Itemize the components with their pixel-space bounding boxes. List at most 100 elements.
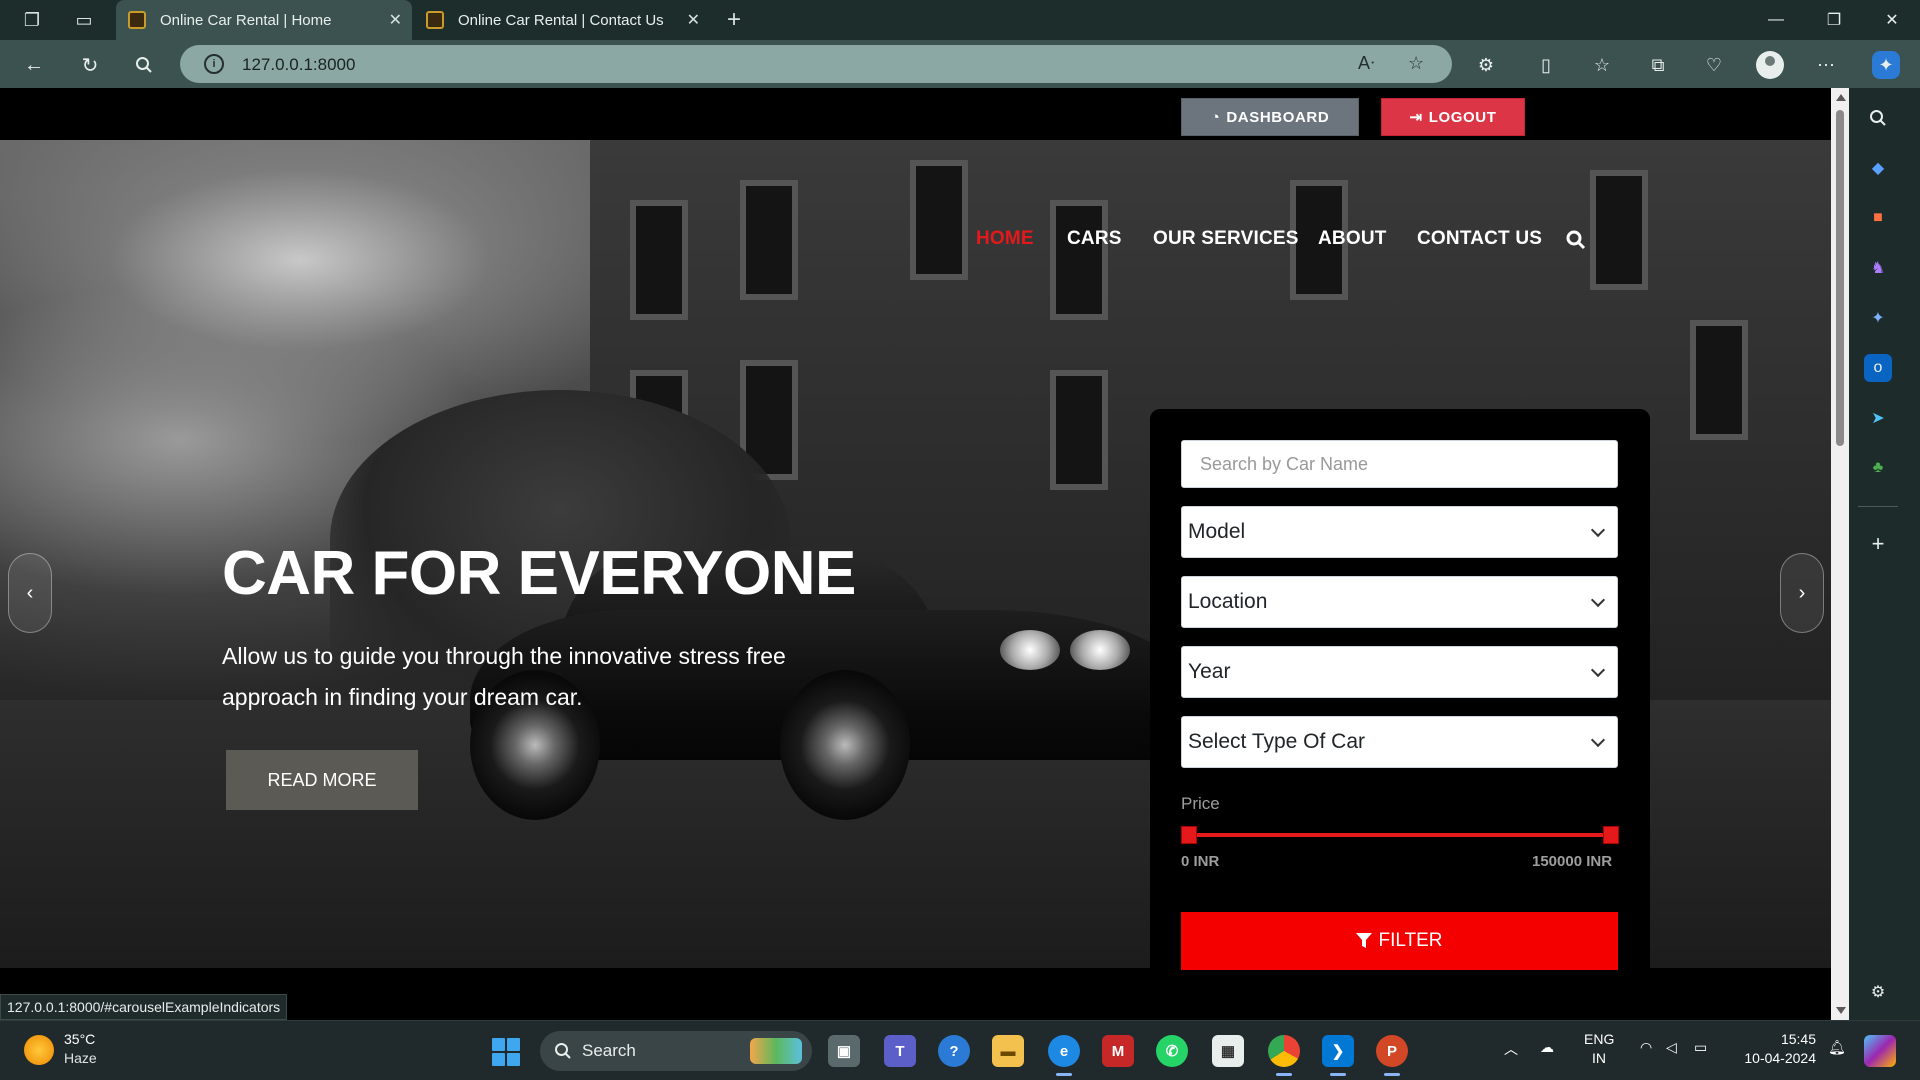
back-icon[interactable]: ← bbox=[18, 49, 50, 81]
dashboard-gauge-icon: ◔ bbox=[1210, 108, 1221, 126]
chrome-icon[interactable] bbox=[1268, 1035, 1300, 1067]
car-type-select[interactable]: Select Type Of Car bbox=[1181, 716, 1618, 768]
nav-contact-us[interactable]: CONTACT US bbox=[1417, 228, 1542, 258]
search-sidebar-icon[interactable] bbox=[1864, 104, 1892, 132]
split-screen-icon[interactable]: ▯ bbox=[1532, 51, 1560, 79]
model-select-value: Model bbox=[1188, 520, 1246, 543]
nav-cars[interactable]: CARS bbox=[1067, 228, 1122, 258]
edge-icon[interactable]: e bbox=[1048, 1035, 1080, 1067]
favorite-star-icon[interactable]: ☆ bbox=[1408, 53, 1424, 74]
shopping-icon[interactable]: ◆ bbox=[1864, 154, 1892, 182]
year-select-value: Year bbox=[1188, 660, 1231, 683]
vscode-icon[interactable]: ❯ bbox=[1322, 1035, 1354, 1067]
nav-home[interactable]: HOME bbox=[976, 228, 1034, 258]
tab-home[interactable]: Online Car Rental | Home ✕ bbox=[116, 0, 412, 40]
favorites-icon[interactable]: ☆ bbox=[1588, 51, 1616, 79]
price-min-value: 0 INR bbox=[1181, 853, 1220, 870]
search-page-icon[interactable] bbox=[128, 49, 160, 81]
page-scrollbar[interactable] bbox=[1831, 88, 1849, 1020]
more-menu-icon[interactable]: ⋯ bbox=[1812, 51, 1840, 79]
clock-time[interactable]: 15:45 bbox=[1760, 1031, 1816, 1047]
store-icon[interactable]: ▦ bbox=[1212, 1035, 1244, 1067]
add-sidebar-icon[interactable]: + bbox=[1864, 530, 1892, 558]
price-min-handle[interactable] bbox=[1181, 826, 1197, 844]
workspaces-icon[interactable]: ❐ bbox=[18, 6, 46, 34]
funnel-icon bbox=[1356, 933, 1373, 948]
sidebar-divider bbox=[1858, 506, 1898, 507]
carousel-next-button[interactable]: › bbox=[1780, 553, 1824, 633]
nav-search-icon[interactable] bbox=[1566, 230, 1586, 250]
scroll-down-icon[interactable] bbox=[1836, 1007, 1846, 1014]
language-top[interactable]: ENG bbox=[1584, 1031, 1614, 1047]
task-view-icon[interactable]: ▣ bbox=[828, 1035, 860, 1067]
copilot-icon[interactable]: ✦ bbox=[1872, 51, 1900, 79]
refresh-icon[interactable]: ↻ bbox=[74, 49, 106, 81]
site-favicon-icon bbox=[128, 11, 146, 29]
clock-date[interactable]: 10-04-2024 bbox=[1734, 1050, 1816, 1066]
chevron-down-icon bbox=[1590, 732, 1606, 748]
restore-icon[interactable]: ❐ bbox=[1806, 0, 1862, 40]
tools-icon[interactable]: ■ bbox=[1864, 204, 1892, 232]
onedrive-icon[interactable]: ☁ bbox=[1540, 1039, 1554, 1056]
volume-icon[interactable]: ◁ bbox=[1666, 1039, 1677, 1056]
send-icon[interactable]: ➤ bbox=[1864, 404, 1892, 432]
car-type-select-value: Select Type Of Car bbox=[1188, 730, 1366, 753]
notification-bell-icon[interactable]: 🔔︎ bbox=[1828, 1039, 1846, 1056]
location-select[interactable]: Location bbox=[1181, 576, 1618, 628]
wifi-icon[interactable]: ◠ bbox=[1640, 1039, 1652, 1056]
extensions-icon[interactable]: ⚙ bbox=[1472, 51, 1500, 79]
read-aloud-icon[interactable]: Aᐧ bbox=[1358, 53, 1375, 74]
whatsapp-icon[interactable]: ✆ bbox=[1156, 1035, 1188, 1067]
copilot-taskbar-icon[interactable] bbox=[1864, 1035, 1896, 1067]
copilot-sidebar-icon[interactable]: ✦ bbox=[1864, 304, 1892, 332]
start-button[interactable] bbox=[492, 1038, 520, 1066]
new-tab-icon[interactable]: + bbox=[720, 6, 748, 34]
price-range-slider[interactable] bbox=[1188, 833, 1612, 837]
collections-icon[interactable]: ⧉ bbox=[1644, 51, 1672, 79]
tab-actions-icon[interactable]: ▭ bbox=[70, 6, 98, 34]
tree-icon[interactable]: ♣ bbox=[1864, 454, 1892, 482]
battery-icon[interactable]: ▭ bbox=[1694, 1039, 1707, 1056]
close-tab-icon[interactable]: ✕ bbox=[389, 10, 402, 30]
close-window-icon[interactable]: ✕ bbox=[1864, 0, 1920, 40]
weather-sun-icon[interactable] bbox=[24, 1035, 54, 1065]
tab-title: Online Car Rental | Home bbox=[160, 11, 332, 29]
read-more-button[interactable]: READ MORE bbox=[226, 750, 418, 810]
site-info-icon[interactable]: i bbox=[204, 54, 224, 74]
year-select[interactable]: Year bbox=[1181, 646, 1618, 698]
tab-contact[interactable]: Online Car Rental | Contact Us ✕ bbox=[414, 0, 710, 40]
car-name-search-input[interactable]: Search by Car Name bbox=[1181, 440, 1618, 488]
browser-essentials-icon[interactable]: ♡ bbox=[1700, 51, 1728, 79]
scroll-up-icon[interactable] bbox=[1836, 94, 1846, 101]
status-bar-url: 127.0.0.1:8000/#carouselExampleIndicator… bbox=[0, 994, 288, 1020]
outlook-icon[interactable]: o bbox=[1864, 354, 1892, 382]
nav-about[interactable]: ABOUT bbox=[1318, 228, 1387, 258]
taskbar-search[interactable]: Search bbox=[540, 1031, 812, 1071]
dashboard-button[interactable]: ◔ DASHBOARD bbox=[1181, 98, 1359, 136]
language-bottom[interactable]: IN bbox=[1592, 1050, 1606, 1066]
minimize-icon[interactable]: — bbox=[1748, 0, 1804, 40]
games-icon[interactable]: ♞ bbox=[1864, 254, 1892, 282]
carousel-prev-button[interactable]: ‹ bbox=[8, 553, 52, 633]
url-input[interactable]: i 127.0.0.1:8000 Aᐧ ☆ bbox=[180, 45, 1452, 83]
profile-avatar[interactable] bbox=[1756, 51, 1784, 79]
close-tab-icon[interactable]: ✕ bbox=[687, 10, 700, 30]
address-bar-row: ← ↻ i 127.0.0.1:8000 Aᐧ ☆ ⚙ ▯ ☆ ⧉ ♡ ⋯ ✦ bbox=[0, 40, 1920, 88]
logout-button[interactable]: ⇥ LOGOUT bbox=[1381, 98, 1525, 136]
model-select[interactable]: Model bbox=[1181, 506, 1618, 558]
show-hidden-icons-icon[interactable]: ︿ bbox=[1504, 1039, 1518, 1059]
file-explorer-icon[interactable]: ▬ bbox=[992, 1035, 1024, 1067]
help-icon[interactable]: ? bbox=[938, 1035, 970, 1067]
sidebar-settings-icon[interactable]: ⚙ bbox=[1864, 978, 1892, 1006]
powerpoint-icon[interactable]: P bbox=[1376, 1035, 1408, 1067]
taskbar-search-label: Search bbox=[582, 1041, 636, 1060]
scrollbar-thumb[interactable] bbox=[1836, 110, 1844, 446]
mcafee-icon[interactable]: M bbox=[1102, 1035, 1134, 1067]
weather-temperature: 35°C bbox=[64, 1031, 96, 1047]
dashboard-label: DASHBOARD bbox=[1226, 108, 1330, 126]
filter-button[interactable]: FILTER bbox=[1181, 912, 1618, 970]
nav-our-services[interactable]: OUR SERVICES bbox=[1153, 228, 1299, 258]
teams-icon[interactable]: T bbox=[884, 1035, 916, 1067]
price-max-handle[interactable] bbox=[1603, 826, 1619, 844]
price-label: Price bbox=[1181, 794, 1220, 813]
